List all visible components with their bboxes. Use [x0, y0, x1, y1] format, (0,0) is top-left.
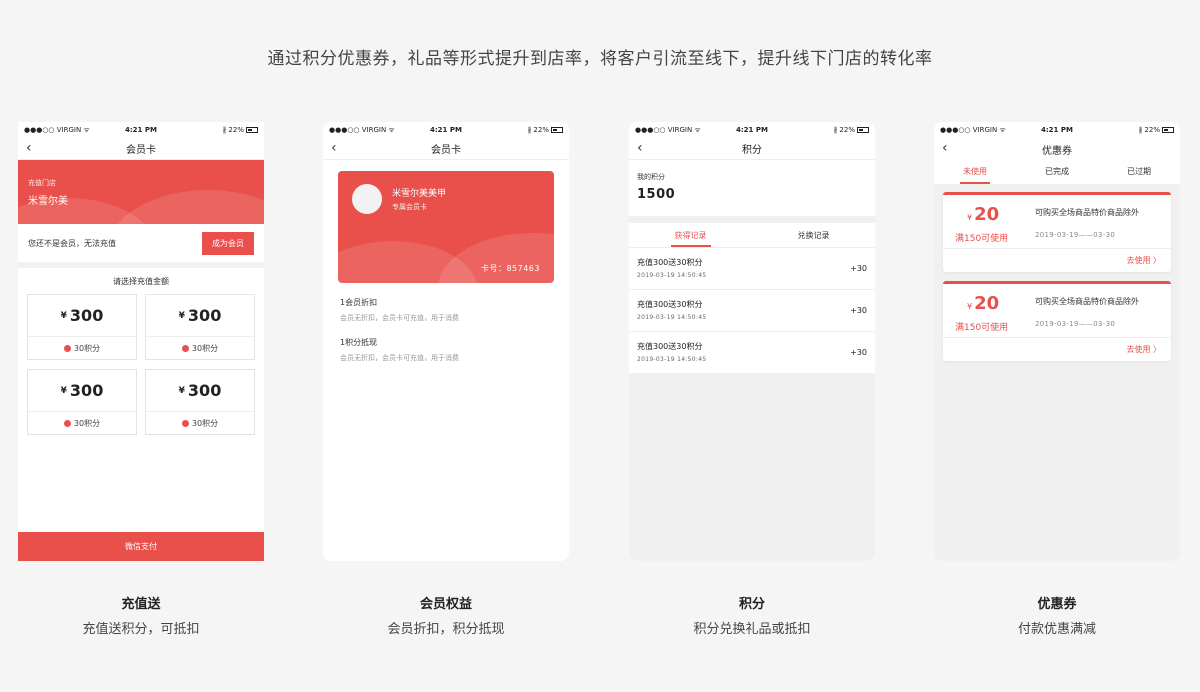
- points-icon: [63, 419, 71, 427]
- member-notice: 您还不是会员，无法充值 成为会员: [18, 224, 264, 268]
- avatar: [352, 184, 382, 214]
- status-bar: ●●●○○ VIRGIN ᯤ 4:21 PM ∦ 22%: [629, 122, 875, 138]
- battery: ∦ 22%: [483, 126, 563, 134]
- member-name: 米雪尔美美甲: [392, 189, 447, 199]
- benefit-item: 1会员折扣 会员无折扣，会员卡可充值，用于消费: [340, 298, 459, 322]
- my-points: 我的积分 1500: [629, 160, 875, 216]
- coupon-condition: 满150可使用: [955, 323, 1009, 333]
- battery: ∦ 22%: [789, 126, 869, 134]
- clock: 4:21 PM: [125, 126, 157, 134]
- carrier: ●●●○○ VIRGIN ᯤ: [329, 125, 395, 134]
- tab-earned[interactable]: 获得记录: [629, 223, 752, 247]
- store-banner: 充值门店 米雪尔美: [18, 160, 264, 224]
- points-value: 1500: [637, 187, 676, 202]
- back-icon[interactable]: ‹: [942, 141, 948, 155]
- points-icon: [181, 419, 189, 427]
- become-member-button[interactable]: 成为会员: [202, 231, 254, 255]
- store-label: 充值门店: [28, 179, 56, 187]
- coupon-condition: 满150可使用: [955, 234, 1009, 244]
- amount-grid: ¥300 30积分 ¥300 30积分 ¥300 30积分 ¥300 30积分: [18, 287, 264, 442]
- back-icon[interactable]: ‹: [331, 141, 337, 155]
- caption-title: 积分: [738, 597, 765, 612]
- coupon-amount: ¥20: [967, 204, 1000, 225]
- nav-bar: ‹ 会员卡: [18, 138, 264, 160]
- nav-bar: ‹ 优惠券: [934, 138, 1180, 160]
- tab-redeemed[interactable]: 兑换记录: [752, 223, 875, 247]
- caption-coupons: 优惠券 付款优惠满减: [934, 593, 1180, 637]
- phone-coupons: ●●●○○ VIRGIN ᯤ 4:21 PM ∦ 22% ‹ 优惠券 未使用 已…: [934, 122, 1180, 561]
- card-number: 卡号：857463: [480, 264, 540, 273]
- coupon-date: 2019-03-19——03-30: [1035, 231, 1116, 239]
- status-bar: ●●●○○ VIRGIN ᯤ 4:21 PM ∦ 22%: [18, 122, 264, 138]
- member-card[interactable]: 米雪尔美美甲 专属会员卡 卡号：857463: [338, 171, 554, 283]
- caption-title: 充值送: [121, 597, 161, 612]
- use-coupon-button[interactable]: 去使用 〉: [1126, 255, 1161, 266]
- wechat-pay-button[interactable]: 微信支付: [18, 532, 264, 561]
- caption-points: 积分 积分兑换礼品或抵扣: [629, 593, 875, 637]
- status-bar: ●●●○○ VIRGIN ᯤ 4:21 PM ∦ 22%: [934, 122, 1180, 138]
- caption-subtitle: 积分兑换礼品或抵扣: [693, 622, 811, 637]
- caption-subtitle: 付款优惠满减: [1017, 622, 1096, 637]
- list-item: 充值300送30积分 2019-03-19 14:50:45 +30: [629, 248, 875, 290]
- points-tabs: 获得记录 兑换记录: [629, 223, 875, 248]
- coupon-tabs: 未使用 已完成 已过期: [934, 160, 1180, 184]
- select-amount-title: 请选择充值金额: [113, 277, 169, 286]
- clock: 4:21 PM: [430, 126, 462, 134]
- tab-unused[interactable]: 未使用: [934, 160, 1016, 184]
- use-coupon-button[interactable]: 去使用 〉: [1126, 344, 1161, 355]
- amount-option[interactable]: ¥300 30积分: [27, 294, 137, 360]
- list-item: 充值300送30积分 2019-03-19 14:50:45 +30: [629, 290, 875, 332]
- coupon-desc: 可购买全场商品特价商品除外: [1035, 297, 1139, 306]
- carrier: ●●●○○ VIRGIN ᯤ: [24, 125, 90, 134]
- tab-expired[interactable]: 已过期: [1098, 160, 1180, 184]
- nav-title: 会员卡: [126, 145, 156, 156]
- caption-subtitle: 充值送积分，可抵扣: [82, 622, 200, 637]
- benefit-item: 1积分抵现 会员无折扣，会员卡可充值，用于消费: [340, 338, 459, 362]
- caption-benefits: 会员权益 会员折扣，积分抵现: [323, 593, 569, 637]
- nav-title: 优惠券: [1042, 145, 1072, 157]
- coupon-card: ¥20 满150可使用 可购买全场商品特价商品除外 2019-03-19——03…: [943, 281, 1171, 361]
- carrier: ●●●○○ VIRGIN ᯤ: [635, 125, 701, 134]
- back-icon[interactable]: ‹: [637, 141, 643, 155]
- status-bar: ●●●○○ VIRGIN ᯤ 4:21 PM ∦ 22%: [323, 122, 569, 138]
- clock: 4:21 PM: [1041, 126, 1073, 134]
- points-icon: [181, 344, 189, 352]
- amount-option[interactable]: ¥300 30积分: [145, 369, 255, 435]
- battery: ∦ 22%: [1094, 126, 1174, 134]
- phone-member-card: ●●●○○ VIRGIN ᯤ 4:21 PM ∦ 22% ‹ 会员卡 米雪尔美美…: [323, 122, 569, 561]
- battery-icon: [1161, 127, 1174, 133]
- nav-bar: ‹ 会员卡: [323, 138, 569, 160]
- battery: ∦ 22%: [178, 126, 258, 134]
- points-icon: [63, 344, 71, 352]
- points-label: 我的积分: [637, 173, 665, 181]
- coupon-desc: 可购买全场商品特价商品除外: [1035, 208, 1139, 217]
- back-icon[interactable]: ‹: [26, 141, 32, 155]
- list-item: 充值300送30积分 2019-03-19 14:50:45 +30: [629, 332, 875, 374]
- amount-option[interactable]: ¥300 30积分: [27, 369, 137, 435]
- caption-recharge: 充值送 充值送积分，可抵扣: [18, 593, 264, 637]
- coupon-date: 2019-03-19——03-30: [1035, 320, 1116, 328]
- nav-bar: ‹ 积分: [629, 138, 875, 160]
- card-type: 专属会员卡: [392, 203, 427, 211]
- battery-icon: [856, 127, 869, 133]
- caption-title: 优惠券: [1037, 597, 1077, 612]
- notice-text: 您还不是会员，无法充值: [28, 238, 116, 248]
- clock: 4:21 PM: [736, 126, 768, 134]
- phone-points: ●●●○○ VIRGIN ᯤ 4:21 PM ∦ 22% ‹ 积分 我的积分 1…: [629, 122, 875, 561]
- battery-icon: [550, 127, 563, 133]
- page-headline: 通过积分优惠券，礼品等形式提升到店率，将客户引流至线下，提升线下门店的转化率: [267, 49, 933, 69]
- caption-subtitle: 会员折扣，积分抵现: [387, 622, 505, 637]
- nav-title: 会员卡: [431, 145, 461, 156]
- phone-recharge: ●●●○○ VIRGIN ᯤ 4:21 PM ∦ 22% ‹ 会员卡 充值门店 …: [18, 122, 264, 561]
- carrier: ●●●○○ VIRGIN ᯤ: [940, 125, 1006, 134]
- caption-title: 会员权益: [419, 597, 472, 612]
- coupon-card: ¥20 满150可使用 可购买全场商品特价商品除外 2019-03-19——03…: [943, 192, 1171, 272]
- amount-option[interactable]: ¥300 30积分: [145, 294, 255, 360]
- tab-completed[interactable]: 已完成: [1016, 160, 1098, 184]
- coupon-amount: ¥20: [967, 293, 1000, 314]
- battery-icon: [245, 127, 258, 133]
- nav-title: 积分: [742, 145, 762, 156]
